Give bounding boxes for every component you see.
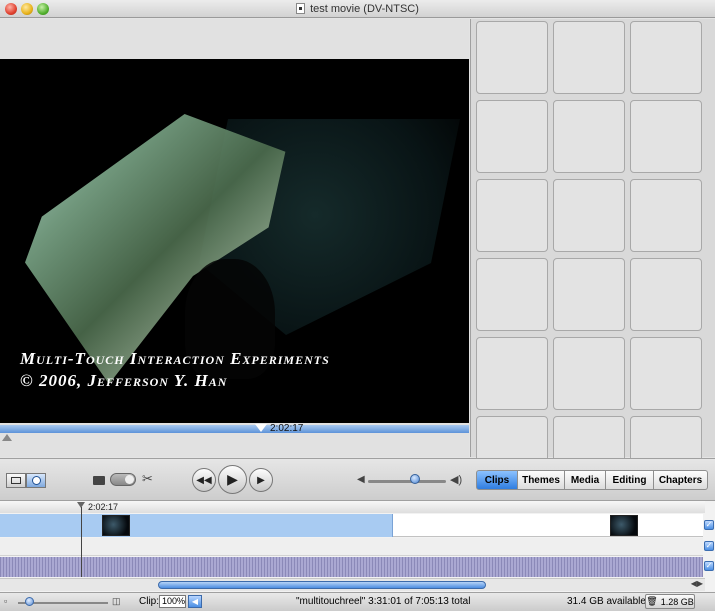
clip-slot[interactable] [630, 337, 702, 410]
audio-track-2-checkbox[interactable]: ✓ [704, 561, 714, 571]
clip-slot[interactable] [553, 100, 625, 173]
project-duration: "multitouchreel" 3:31:01 of 7:05:13 tota… [296, 596, 471, 607]
tab-clips[interactable]: Clips [476, 470, 518, 490]
tab-themes[interactable]: Themes [518, 470, 565, 490]
clip-thumbnail[interactable] [102, 515, 130, 536]
timeline-ruler[interactable]: 2:02:17 [0, 501, 705, 513]
video-title-overlay: Multi-Touch Interaction Experiments [20, 349, 330, 368]
rewind-icon: ◀◀ [196, 474, 212, 486]
video-track-checkbox[interactable]: ✓ [704, 520, 714, 530]
rewind-button[interactable]: ◀◀ [192, 468, 216, 492]
volume-slider-knob[interactable] [410, 474, 420, 484]
timeline-view-toggle [6, 473, 46, 488]
audio-track-2-waveform[interactable] [0, 557, 703, 577]
viewer-timecode: 2:02:17 [270, 423, 304, 434]
video-track[interactable] [0, 514, 703, 537]
volume-low-icon: ◀ [357, 474, 365, 485]
clock-icon [31, 476, 41, 485]
volume-slider[interactable] [368, 480, 446, 483]
doc-icon [296, 3, 306, 14]
trash-button[interactable]: 🗑 1.28 GB [645, 594, 695, 609]
viewer-playhead[interactable] [255, 424, 267, 432]
disk-space-available: 31.4 GB available [567, 596, 646, 607]
clip-slot[interactable] [476, 337, 548, 410]
window-title: test movie (DV-NTSC) [0, 3, 715, 15]
track-enable-checkboxes: ✓ ✓ ✓ [704, 514, 715, 571]
clip-volume-input[interactable]: 100% [159, 595, 186, 608]
timeline-view-button[interactable] [26, 473, 46, 488]
clip-slot[interactable] [476, 258, 548, 331]
tab-editing[interactable]: Editing [606, 470, 654, 490]
timeline-playhead-line[interactable] [81, 507, 82, 577]
tab-chapters[interactable]: Chapters [654, 470, 708, 490]
selected-clip-region[interactable] [0, 514, 393, 537]
clip-slot[interactable] [476, 100, 548, 173]
window-title-text: test movie (DV-NTSC) [310, 3, 419, 15]
trash-size: 1.28 GB [660, 596, 694, 607]
camera-edit-mode-switch[interactable] [110, 473, 136, 486]
mode-switch-knob [125, 475, 134, 484]
clip-volume-label: Clip: [139, 596, 160, 607]
audio-track-1-checkbox[interactable]: ✓ [704, 541, 714, 551]
clip-slot[interactable] [553, 179, 625, 252]
play-button[interactable]: ▶ [218, 465, 247, 494]
play-fullscreen-button[interactable]: ▶ [249, 468, 273, 492]
clip-slot[interactable] [630, 258, 702, 331]
filmstrip-icon [11, 477, 21, 484]
timeline: 2:02:17 ✓ ✓ ✓ ◀▶ [0, 500, 715, 592]
video-copyright-overlay: © 2006, Jefferson Y. Han [20, 371, 228, 390]
zoom-out-icon: ▫ [4, 596, 8, 606]
toolbar: ✂ ◀◀ ▶ ▶ ◀ ◀) Clips Themes Media Editing… [0, 458, 715, 500]
tab-media[interactable]: Media [565, 470, 606, 490]
play-icon: ▶ [227, 471, 238, 487]
camera-icon [93, 476, 105, 485]
volume-high-icon: ◀) [450, 474, 463, 486]
scroll-arrows[interactable]: ◀▶ [691, 579, 703, 588]
timeline-timecode: 2:02:17 [88, 502, 119, 512]
clip-slot[interactable] [553, 258, 625, 331]
clip-slot[interactable] [553, 21, 625, 94]
audio-track-1[interactable] [0, 538, 703, 556]
timeline-scrollbar[interactable]: ◀▶ [0, 578, 705, 591]
zoom-in-icon: ◫ [112, 596, 121, 606]
clip-slot[interactable] [553, 337, 625, 410]
video-monitor[interactable]: Multi-Touch Interaction Experiments © 20… [0, 59, 469, 423]
scrubber-bar[interactable] [0, 425, 469, 433]
clip-slot[interactable] [476, 21, 548, 94]
crop-marker[interactable] [2, 434, 12, 441]
trash-icon: 🗑 [646, 596, 658, 606]
timeline-scrollbar-thumb[interactable] [158, 581, 486, 589]
clip-slot[interactable] [630, 179, 702, 252]
clips-pane [470, 19, 715, 489]
timeline-zoom-knob[interactable] [25, 597, 34, 606]
clip-thumbnail[interactable] [610, 515, 638, 536]
title-bar: test movie (DV-NTSC) [0, 0, 715, 18]
viewer: Multi-Touch Interaction Experiments © 20… [0, 19, 469, 457]
status-bar: ▫ ◫ Clip: 100% ◀ "multitouchreel" 3:31:0… [0, 592, 715, 611]
clip-slot[interactable] [630, 21, 702, 94]
pane-tabs: Clips Themes Media Editing Chapters [476, 470, 708, 490]
clip-grid [476, 21, 702, 489]
scissors-icon: ✂ [142, 471, 153, 486]
clip-slot[interactable] [476, 179, 548, 252]
clip-view-button[interactable] [6, 473, 26, 488]
speaker-icon[interactable]: ◀ [188, 595, 202, 608]
fast-forward-icon: ▶ [257, 474, 265, 486]
clip-slot[interactable] [630, 100, 702, 173]
